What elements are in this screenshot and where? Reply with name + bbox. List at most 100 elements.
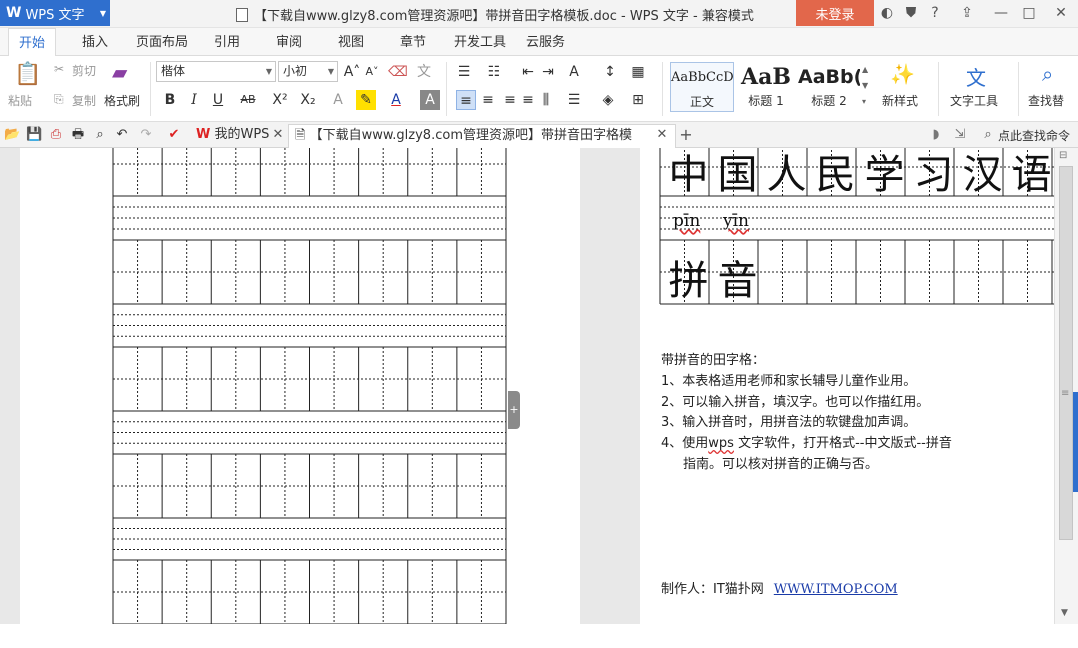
tab-developer[interactable]: 开发工具 [444,28,516,56]
save-icon[interactable]: 💾 [26,127,42,143]
scroll-thumb[interactable] [1059,166,1073,540]
close-tab-icon[interactable]: ✕ [270,127,286,143]
find-replace-icon[interactable]: ⌕ [1042,62,1053,86]
maximize-icon[interactable]: □ [1020,4,1038,22]
char-shading-icon[interactable]: A [420,90,440,110]
decrease-indent-icon[interactable]: ⇤ [518,62,538,82]
font-size-select[interactable]: 小初 ▼ [278,61,338,82]
style-heading-2[interactable]: AaBb( 标题 2 [798,62,860,112]
superscript-icon[interactable]: X² [270,90,290,110]
cut-icon[interactable]: ✂ [54,62,64,76]
shading-icon[interactable]: ◈ [598,90,618,110]
note-line: 4、使用wps 文字软件，打开格式--中文版式--拼音 [661,436,952,451]
style-normal[interactable]: AaBbCcD 正文 [670,62,734,112]
minimize-icon[interactable]: — [992,4,1010,22]
shirt-icon[interactable]: ⛊ [902,4,920,22]
font-color-icon[interactable]: A [386,90,406,110]
side-panel-toggle[interactable]: + [508,391,520,429]
search-icon[interactable]: ⌕ [980,127,996,143]
paste-button[interactable]: 粘贴 [8,92,32,109]
increase-indent-icon[interactable]: ⇥ [538,62,558,82]
notes-title: 带拼音的田字格： [661,353,766,368]
styles-scroll-icon[interactable]: ▲ ▼ ▾ [862,62,868,110]
author-line: 制作人：IT猫扑网 WWW.ITMOP.COM [661,582,898,597]
window-title: 【下载自www.glzy8.com管理资源吧】带拼音田字格模板.doc - WP… [236,5,754,24]
tab-chapter[interactable]: 章节 [390,28,436,56]
italic-icon[interactable]: I [184,90,204,110]
share-icon[interactable]: ⇲ [952,127,968,143]
borders-icon[interactable]: ⊞ [628,90,648,110]
align-right-icon[interactable]: ≡ [500,90,520,110]
clear-format-icon[interactable]: ⌫ [388,62,408,82]
change-case-icon[interactable]: A [564,62,584,82]
underline-icon[interactable]: U [208,90,228,110]
side-panel-tab[interactable] [1073,392,1078,492]
paragraph-spacing-icon[interactable]: ☰ [564,90,584,110]
export-pdf-icon[interactable]: ⎙ [48,127,64,143]
sync-icon[interactable]: ◗ [928,127,944,143]
find-replace-button[interactable]: 查找替 [1028,92,1064,109]
redo-icon[interactable]: ↷ [138,127,154,143]
copy-icon[interactable]: ⎘ [54,92,64,107]
strikethrough-icon[interactable]: AB [238,90,258,110]
author-link[interactable]: WWW.ITMOP.COM [774,582,898,597]
copy-button[interactable]: 复制 [72,92,96,109]
restore-ribbon-icon[interactable]: ⇪ [958,4,976,22]
login-button[interactable]: 未登录 [796,0,874,26]
subscript-icon[interactable]: X₂ [298,90,318,110]
menu-bar: 开始 插入 页面布局 引用 审阅 视图 章节 开发工具 云服务 [0,28,1078,57]
grip-icon: ≡ [1061,388,1070,399]
open-folder-icon[interactable]: 📂 [4,127,20,143]
tab-insert[interactable]: 插入 [72,28,118,56]
print-preview-icon[interactable]: ⌕ [92,127,108,143]
text-effect-icon[interactable]: A [328,90,348,110]
tab-view[interactable]: 视图 [328,28,374,56]
tab-references[interactable]: 引用 [204,28,250,56]
distribute-icon[interactable]: ⫼ [536,90,556,110]
page-gap [580,148,640,624]
format-painter-icon[interactable]: ▰ [112,60,127,84]
bold-icon[interactable]: B [160,90,180,110]
new-style-icon[interactable]: ✨ [890,62,915,86]
split-view-icon[interactable]: ⊟ [1059,150,1067,161]
table-icon[interactable]: ▦ [628,62,648,82]
font-name-select[interactable]: 楷体 ▼ [156,61,276,82]
align-center-icon[interactable]: ≡ [478,90,498,110]
cut-button[interactable]: 剪切 [72,62,96,79]
undo-icon[interactable]: ↶ [114,127,130,143]
line-spacing-icon[interactable]: ↕ [600,62,620,82]
vertical-scrollbar[interactable]: ⊟ ≡ ▼ [1054,148,1078,624]
new-style-button[interactable]: 新样式 [882,92,918,109]
help-icon[interactable]: ? [926,4,944,22]
tab-review[interactable]: 审阅 [266,28,312,56]
text-tools-icon[interactable]: 文 [966,62,986,91]
close-tab-icon[interactable]: ✕ [654,127,670,143]
shrink-font-icon[interactable]: A˅ [362,62,382,82]
scroll-down-icon[interactable]: ▼ [1061,608,1068,618]
align-left-icon[interactable]: ≡ [456,90,476,110]
divider [150,62,151,116]
skin-icon[interactable]: ◐ [878,4,896,22]
paste-icon[interactable]: 📋 [14,62,41,87]
text-tools-button[interactable]: 文字工具 [950,92,998,109]
new-tab-icon[interactable]: + [678,127,694,143]
print-icon[interactable]: 🖶 [70,127,86,143]
bullet-list-icon[interactable]: ☰ [454,62,474,82]
justify-icon[interactable]: ≡ [518,90,538,110]
style-heading-1[interactable]: AaB 标题 1 [736,62,796,112]
tab-current-document[interactable]: 🗎 【下载自www.glzy8.com管理资源吧】带拼音田字格模板.doc [288,124,676,165]
tab-home[interactable]: 开始 [8,28,57,57]
highlight-icon[interactable]: ✎ [356,90,376,110]
tab-cloud[interactable]: 云服务 [516,28,575,56]
format-painter-button[interactable]: 格式刷 [104,92,140,109]
grow-font-icon[interactable]: A˄ [342,62,362,82]
customize-icon[interactable]: ✔ [166,127,182,143]
divider [446,62,447,116]
pinyin-guide-icon[interactable]: 文 [414,62,434,82]
app-menu-button[interactable]: W WPS 文字 ▼ [0,0,110,26]
numbered-list-icon[interactable]: ☷ [484,62,504,82]
tab-page-layout[interactable]: 页面布局 [126,28,198,56]
close-icon[interactable]: ✕ [1052,4,1070,22]
grid-char: 习 [913,152,954,198]
tab-my-wps[interactable]: W 我的WPS [190,124,275,148]
